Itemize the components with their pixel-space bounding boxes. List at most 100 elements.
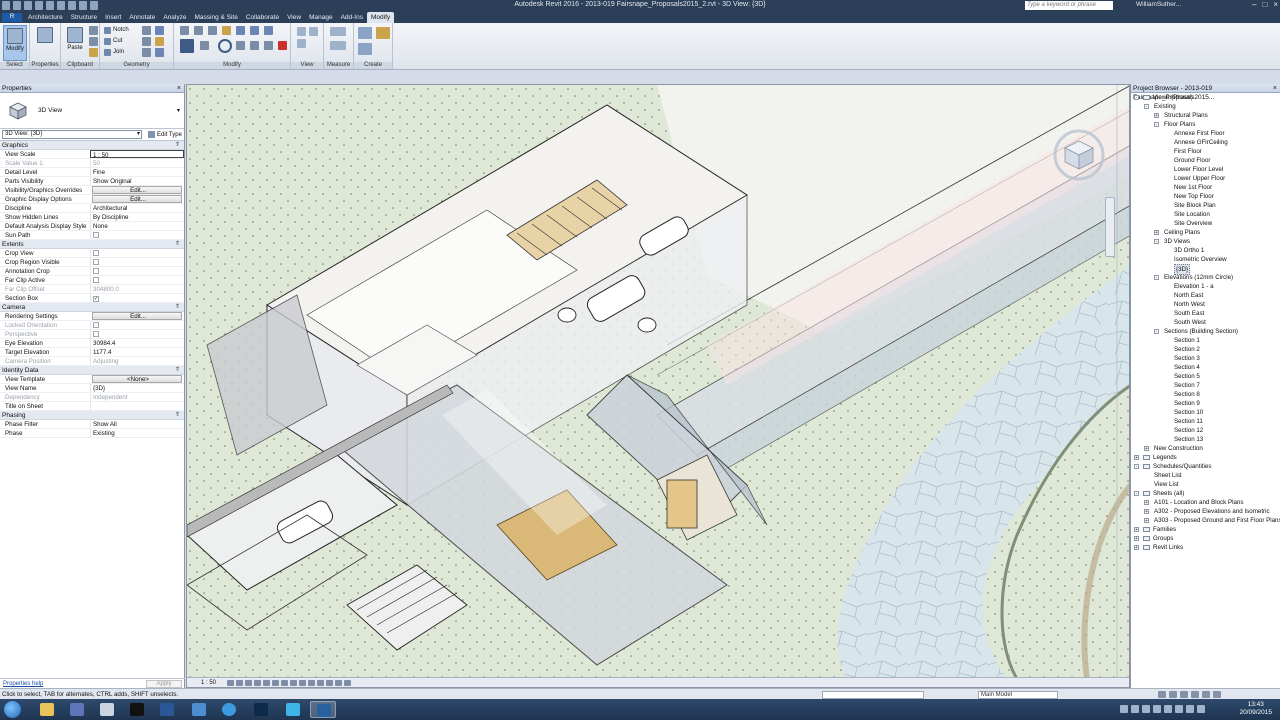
match-properties-icon[interactable] <box>89 48 98 57</box>
browser-item[interactable]: - Sheets (all) <box>1131 489 1280 498</box>
pin-icon[interactable] <box>264 26 273 35</box>
group-phasing[interactable]: Phasing <box>0 411 184 420</box>
help-search-input[interactable]: Type a keyword or phrase <box>1025 1 1113 10</box>
dimension-icon[interactable] <box>330 41 346 50</box>
browser-item[interactable]: + Ceiling Plans <box>1131 228 1280 237</box>
align-icon[interactable] <box>180 26 189 35</box>
browser-item[interactable]: South East <box>1131 309 1280 318</box>
target-elevation-input[interactable]: 1177.4 <box>90 348 184 356</box>
expand-icon[interactable]: + <box>1154 113 1159 119</box>
browser-item[interactable]: {3D} <box>1131 264 1280 275</box>
split-face-icon[interactable] <box>142 26 151 35</box>
detail-level-select[interactable]: Fine <box>90 168 184 176</box>
browser-item[interactable]: - Views (Phase) <box>1131 93 1280 102</box>
browser-item[interactable]: + Legends <box>1131 453 1280 462</box>
select-by-face-icon[interactable] <box>1191 691 1199 698</box>
taskbar-explorer[interactable] <box>34 701 60 718</box>
browser-item[interactable]: Section 7 <box>1131 381 1280 390</box>
browser-item[interactable]: View List <box>1131 480 1280 489</box>
tab-view[interactable]: View <box>283 12 305 23</box>
browser-item[interactable]: Ground Floor <box>1131 156 1280 165</box>
delete-icon[interactable] <box>278 41 287 50</box>
browser-item[interactable]: - Floor Plans <box>1131 120 1280 129</box>
section-box-checkbox[interactable]: ✓ <box>93 296 99 302</box>
navigation-bar[interactable] <box>1105 197 1115 257</box>
browser-item[interactable]: New 1st Floor <box>1131 183 1280 192</box>
type-properties-button[interactable] <box>33 25 57 61</box>
collapse-icon[interactable]: - <box>1154 239 1159 245</box>
tab-insert[interactable]: Insert <box>101 12 125 23</box>
tray-icon[interactable] <box>1120 705 1128 713</box>
copy-icon[interactable] <box>89 37 98 46</box>
worksharing-display-icon[interactable] <box>317 680 324 686</box>
expand-icon[interactable]: + <box>1134 527 1139 533</box>
remove-paint-icon[interactable] <box>155 48 164 57</box>
browser-item[interactable]: South West <box>1131 318 1280 327</box>
browser-item[interactable]: + A303 - Proposed Ground and First Floor … <box>1131 516 1280 525</box>
browser-item[interactable]: Section 5 <box>1131 372 1280 381</box>
view-scale-input[interactable]: 1 : 50 <box>90 150 184 158</box>
visual-style-icon[interactable] <box>236 680 243 686</box>
taskbar-save[interactable] <box>64 701 90 718</box>
start-button[interactable] <box>4 701 21 718</box>
application-menu-button[interactable]: R <box>2 13 22 22</box>
volume-icon[interactable] <box>1175 705 1183 713</box>
modify-button[interactable]: Modify <box>3 25 27 61</box>
group-identity[interactable]: Identity Data <box>0 366 184 375</box>
browser-item[interactable]: + Structural Plans <box>1131 111 1280 120</box>
browser-item[interactable]: Section 3 <box>1131 354 1280 363</box>
apply-button[interactable]: Apply <box>146 680 182 688</box>
browser-item[interactable]: Annexe First Floor <box>1131 129 1280 138</box>
graphic-display-edit-button[interactable]: Edit... <box>92 195 182 203</box>
minimize-icon[interactable]: – <box>1252 0 1256 9</box>
browser-item[interactable]: - Elevations (12mm Circle) <box>1131 273 1280 282</box>
paste-button[interactable]: Paste <box>63 25 87 61</box>
tab-add-ins[interactable]: Add-Ins <box>337 12 367 23</box>
collapse-icon[interactable]: - <box>1154 329 1159 335</box>
paint-icon[interactable] <box>155 26 164 35</box>
tab-analyze[interactable]: Analyze <box>159 12 190 23</box>
measure-tool-icon[interactable] <box>330 27 346 36</box>
mirror-axis-icon[interactable] <box>208 26 217 35</box>
collapse-icon[interactable]: - <box>1134 95 1139 101</box>
close-icon[interactable]: × <box>1273 84 1277 93</box>
wall-joins-icon[interactable] <box>142 37 151 46</box>
model-drawing[interactable] <box>187 85 1130 679</box>
browser-item[interactable]: Section 1 <box>1131 336 1280 345</box>
far-clip-checkbox[interactable] <box>93 277 99 283</box>
browser-item[interactable]: Site Block Plan <box>1131 201 1280 210</box>
view-name-input[interactable]: {3D} <box>90 384 184 392</box>
design-option-select[interactable]: Main Model <box>978 691 1058 699</box>
split-icon[interactable] <box>250 26 259 35</box>
create-assembly-icon[interactable] <box>358 27 372 39</box>
move-icon[interactable] <box>180 39 194 53</box>
notch-button[interactable]: Notch <box>104 26 129 35</box>
taskbar-word[interactable] <box>154 701 180 718</box>
render-icon[interactable] <box>263 680 270 686</box>
browser-item[interactable]: + Groups <box>1131 534 1280 543</box>
cut-geometry-button[interactable]: Cut <box>104 37 122 46</box>
lock-view-icon[interactable] <box>290 680 297 686</box>
tab-modify[interactable]: Modify <box>366 12 395 23</box>
browser-item[interactable]: Lower Upper Floor <box>1131 174 1280 183</box>
chevron-down-icon[interactable]: ▾ <box>177 107 180 114</box>
shadows-icon[interactable] <box>254 680 261 686</box>
taskbar-ie[interactable] <box>216 701 242 718</box>
3d-viewport[interactable]: 1 : 50 <box>186 84 1130 688</box>
expand-icon[interactable]: + <box>1134 536 1139 542</box>
rendering-edit-button[interactable]: Edit... <box>92 312 182 320</box>
reveal-constraints-icon[interactable] <box>344 680 351 686</box>
browser-item[interactable]: + Families <box>1131 525 1280 534</box>
create-parts-icon[interactable] <box>376 27 390 39</box>
browser-item[interactable]: North West <box>1131 300 1280 309</box>
tab-collaborate[interactable]: Collaborate <box>242 12 283 23</box>
browser-item[interactable]: - Sections (Building Section) <box>1131 327 1280 336</box>
workset-selector[interactable] <box>822 691 924 699</box>
vg-edit-button[interactable]: Edit... <box>92 186 182 194</box>
linework-icon[interactable] <box>297 39 306 48</box>
tray-icon[interactable] <box>1131 705 1139 713</box>
hidden-lines-select[interactable]: By Discipline <box>90 213 184 221</box>
browser-item[interactable]: Site Location <box>1131 210 1280 219</box>
browser-item[interactable]: Elevation 1 - a <box>1131 282 1280 291</box>
browser-item[interactable]: - Schedules/Quantities <box>1131 462 1280 471</box>
